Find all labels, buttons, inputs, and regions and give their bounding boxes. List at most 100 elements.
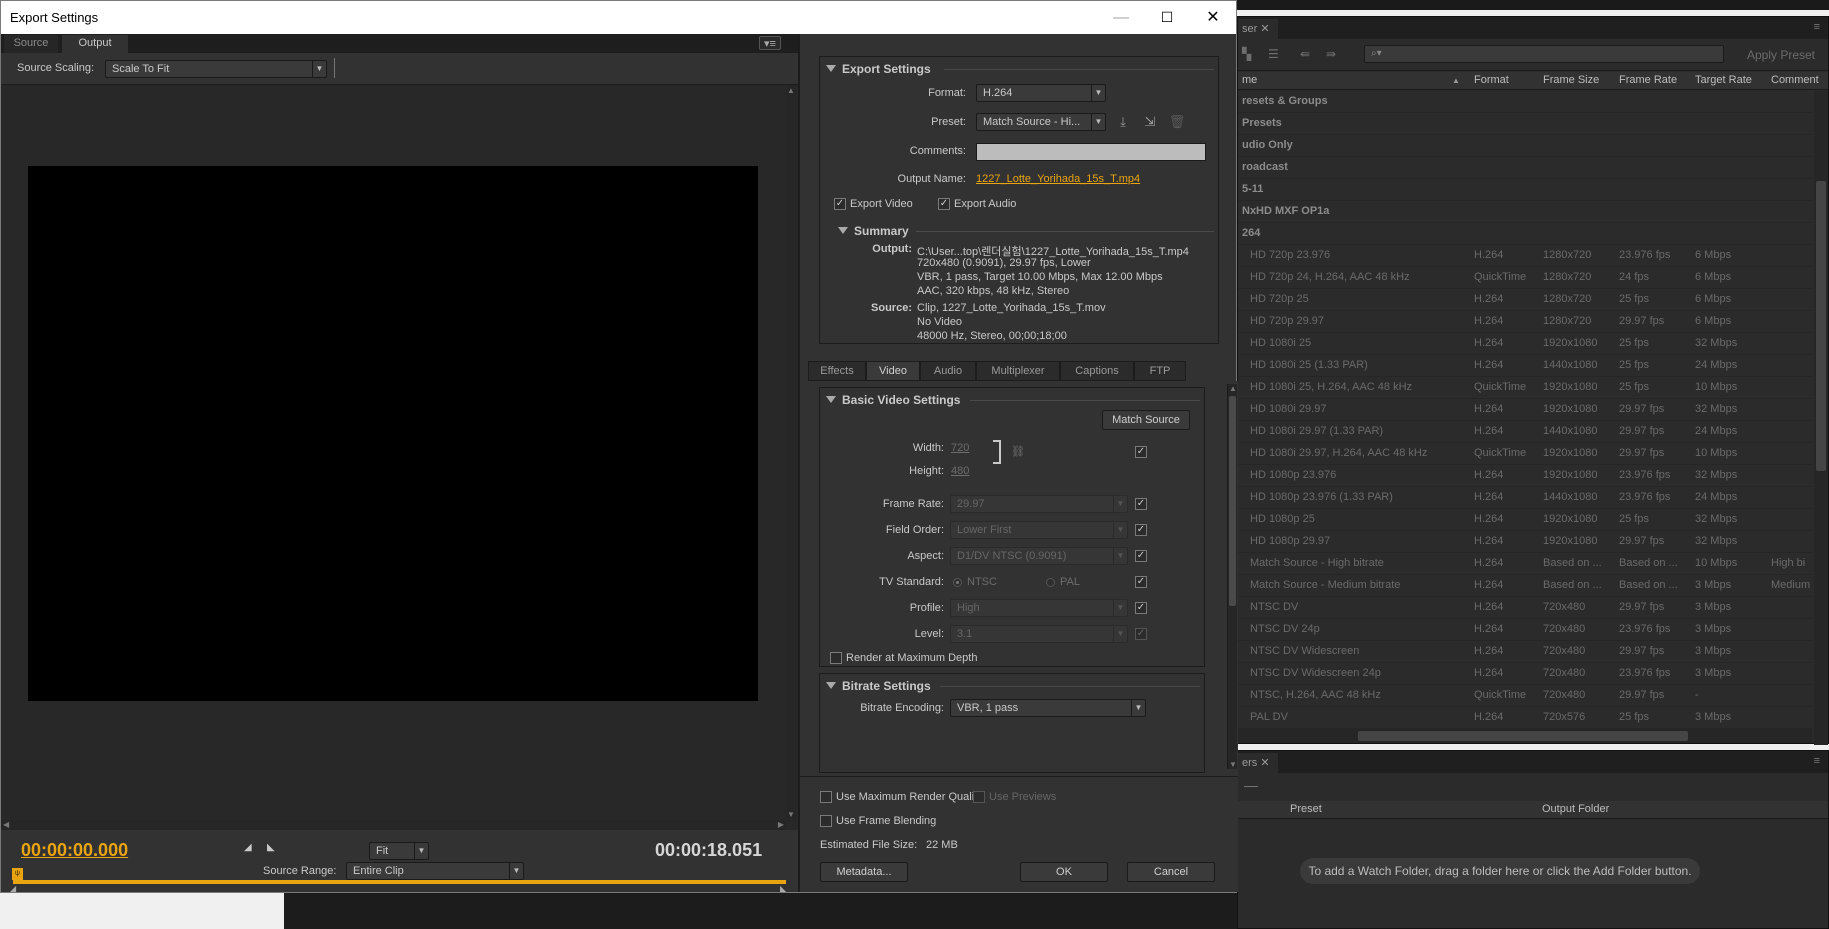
scrollbar-thumb[interactable] <box>1816 181 1826 471</box>
preset-row[interactable]: HD 1080i 25, H.264, AAC 48 kHz QuickTime 1… <box>1238 377 1812 399</box>
preset-row[interactable]: NTSC DV Widescreen 24p H.264 720x480 23.976… <box>1238 663 1812 685</box>
delete-preset-icon[interactable]: 🗑 <box>1168 114 1186 130</box>
minimize-button[interactable]: — <box>1098 1 1144 34</box>
close-icon[interactable]: ✕ <box>1260 23 1269 35</box>
scrollbar-thumb[interactable] <box>1229 396 1236 606</box>
in-point-marker-icon[interactable]: ◢ <box>10 884 16 893</box>
scroll-up-icon[interactable]: ▲ <box>787 86 795 95</box>
preset-vertical-scrollbar[interactable] <box>1814 91 1828 745</box>
metadata-button[interactable]: Metadata... <box>820 862 908 882</box>
tab-multiplexer[interactable]: Multiplexer <box>976 361 1060 381</box>
scroll-left-icon[interactable]: ◀ <box>3 820 9 829</box>
close-icon[interactable]: ✕ <box>1260 757 1269 769</box>
preset-row[interactable]: HD 1080i 29.97 (1.33 PAR) H.264 1440x1080 2… <box>1238 421 1812 443</box>
scroll-down-icon[interactable]: ▼ <box>1229 760 1237 769</box>
zoom-dropdown[interactable]: Fit ▼ <box>369 842 429 860</box>
preset-row[interactable]: NTSC, H.264, AAC 48 kHz QuickTime 720x480 2… <box>1238 685 1812 707</box>
tab-output[interactable]: Output <box>62 35 128 53</box>
tab-effects[interactable]: Effects <box>808 361 866 381</box>
collapse-triangle-icon[interactable] <box>838 227 848 234</box>
save-preset-icon[interactable]: ⤓ <box>1114 114 1132 130</box>
preset-group-row[interactable]: 5-11 <box>1238 179 1812 201</box>
preset-row[interactable]: HD 1080p 29.97 H.264 1920x1080 29.97 fps 32 … <box>1238 531 1812 553</box>
preset-row[interactable]: HD 720p 25 H.264 1280x720 25 fps 6 Mbps <box>1238 289 1812 311</box>
source-scaling-dropdown[interactable]: Scale To Fit ▼ <box>105 60 327 78</box>
preset-row[interactable]: HD 1080i 29.97, H.264, AAC 48 kHz QuickTi… <box>1238 443 1812 465</box>
profile-dropdown[interactable]: High ▼ <box>950 599 1128 617</box>
output-name-link[interactable]: 1227_Lotte_Yorihada_15s_T.mp4 <box>976 173 1140 185</box>
column-preset[interactable]: Preset <box>1290 803 1322 815</box>
height-value[interactable]: 480 <box>951 465 969 477</box>
bitrate-encoding-dropdown[interactable]: VBR, 1 pass ▼ <box>950 699 1146 717</box>
tab-source[interactable]: Source <box>4 35 58 53</box>
scrollbar-thumb[interactable] <box>1358 731 1688 741</box>
preset-row[interactable]: NTSC DV 24p H.264 720x480 23.976 fps 3 Mbps <box>1238 619 1812 641</box>
cancel-button[interactable]: Cancel <box>1127 862 1215 882</box>
export-audio-checkbox[interactable]: ✓ <box>938 198 950 210</box>
tab-ftp[interactable]: FTP <box>1134 361 1186 381</box>
close-button[interactable]: ✕ <box>1190 1 1236 34</box>
remove-icon[interactable]: — <box>1244 777 1258 793</box>
preset-horizontal-scrollbar[interactable] <box>1238 729 1812 743</box>
aspect-checkbox[interactable]: ✓ <box>1135 550 1147 562</box>
preset-row[interactable]: HD 1080p 23.976 H.264 1920x1080 23.976 fps 3… <box>1238 465 1812 487</box>
export-preset-icon[interactable]: ⇛ <box>1326 48 1342 61</box>
apply-preset-button[interactable]: Apply Preset <box>1738 45 1824 65</box>
collapse-triangle-icon[interactable] <box>826 65 836 72</box>
field-order-checkbox[interactable]: ✓ <box>1135 524 1147 536</box>
preset-group-row[interactable]: udio Only <box>1238 135 1812 157</box>
level-dropdown[interactable]: 3.1 ▼ <box>950 625 1128 643</box>
preset-search-input[interactable]: ⌕▾ <box>1364 45 1724 63</box>
scroll-down-icon[interactable]: ▼ <box>787 810 795 819</box>
playhead-handle[interactable]: ψ <box>12 868 23 880</box>
panel-menu-icon[interactable]: ≡ <box>1814 21 1820 33</box>
column-frame-size[interactable]: Frame Size <box>1543 74 1599 86</box>
export-video-checkbox[interactable]: ✓ <box>834 198 846 210</box>
render-max-depth-checkbox[interactable] <box>830 652 842 664</box>
set-in-point-icon[interactable]: ◢ <box>244 842 252 853</box>
level-checkbox[interactable]: ✓ <box>1135 628 1147 640</box>
preset-row[interactable]: Match Source - Medium bitrate H.264 Based … <box>1238 575 1812 597</box>
use-previews-checkbox[interactable] <box>973 791 985 803</box>
panel-menu-icon[interactable]: ▾≡ <box>759 36 781 50</box>
column-output-folder[interactable]: Output Folder <box>1542 803 1609 815</box>
preset-row[interactable]: HD 1080p 23.976 (1.33 PAR) H.264 1440x1080… <box>1238 487 1812 509</box>
field-order-dropdown[interactable]: Lower First ▼ <box>950 521 1128 539</box>
settings-vertical-scrollbar[interactable]: ▲ ▼ <box>1227 384 1237 769</box>
preset-row[interactable]: HD 1080i 25 (1.33 PAR) H.264 1440x1080 25 f… <box>1238 355 1812 377</box>
preset-row[interactable]: HD 720p 29.97 H.264 1280x720 29.97 fps 6 Mbp… <box>1238 311 1812 333</box>
preset-group-row[interactable]: roadcast <box>1238 157 1812 179</box>
frame-rate-checkbox[interactable]: ✓ <box>1135 498 1147 510</box>
format-dropdown[interactable]: H.264 ▼ <box>976 84 1106 102</box>
tv-standard-checkbox[interactable]: ✓ <box>1135 576 1147 588</box>
timeline-track[interactable] <box>13 880 786 884</box>
collapse-triangle-icon[interactable] <box>826 682 836 689</box>
tab-captions[interactable]: Captions <box>1060 361 1134 381</box>
frame-blending-checkbox[interactable] <box>820 815 832 827</box>
chain-link-icon[interactable]: ⛓ <box>1009 444 1027 460</box>
collapse-triangle-icon[interactable] <box>826 396 836 403</box>
tab-video[interactable]: Video <box>866 361 920 381</box>
preset-group-row[interactable]: 264 <box>1238 223 1812 245</box>
ntsc-radio[interactable] <box>953 578 962 587</box>
aspect-dropdown[interactable]: D1/DV NTSC (0.9091) ▼ <box>950 547 1128 565</box>
panel-menu-icon[interactable]: ≡ <box>1814 755 1820 767</box>
comments-input[interactable] <box>976 143 1206 161</box>
preset-row[interactable]: NTSC DV H.264 720x480 29.97 fps 3 Mbps <box>1238 597 1812 619</box>
source-range-dropdown[interactable]: Entire Clip ▼ <box>346 862 524 880</box>
ok-button[interactable]: OK <box>1020 862 1108 882</box>
width-height-checkbox[interactable]: ✓ <box>1135 446 1147 458</box>
frame-rate-dropdown[interactable]: 29.97 ▼ <box>950 495 1128 513</box>
preset-row[interactable]: PAL DV H.264 720x576 25 fps 3 Mbps <box>1238 707 1812 729</box>
out-point-marker-icon[interactable]: ◣ <box>780 884 786 893</box>
preset-row[interactable]: HD 1080i 29.97 H.264 1920x1080 29.97 fps 32 … <box>1238 399 1812 421</box>
column-target-rate[interactable]: Target Rate <box>1695 74 1752 86</box>
current-timecode[interactable]: 00:00:00.000 <box>21 840 128 861</box>
preset-group-row[interactable]: resets & Groups <box>1238 91 1812 113</box>
preset-settings-icon[interactable]: ☰ <box>1268 48 1284 61</box>
preset-row[interactable]: HD 1080p 25 H.264 1920x1080 25 fps 32 Mbps <box>1238 509 1812 531</box>
import-preset-icon[interactable]: ⇲ <box>1141 114 1159 130</box>
set-out-point-icon[interactable]: ◣ <box>267 842 275 853</box>
column-name[interactable]: me <box>1242 74 1257 86</box>
import-preset-icon[interactable]: ⇚ <box>1300 48 1316 61</box>
